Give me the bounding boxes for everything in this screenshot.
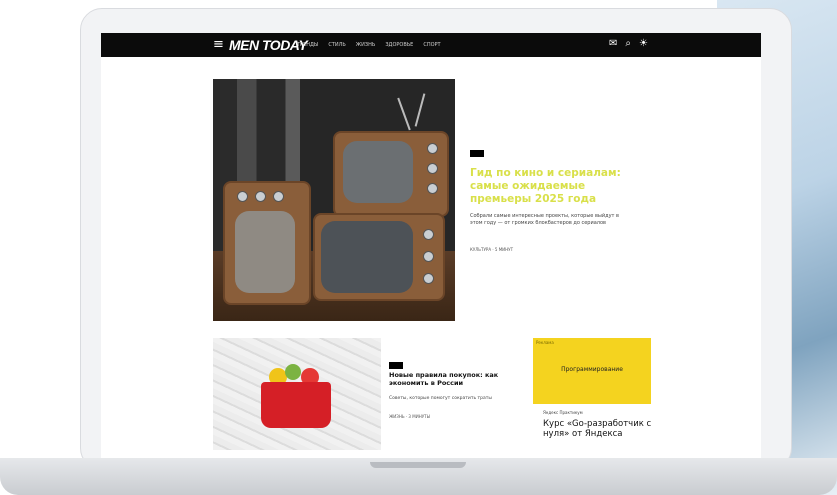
fruit <box>285 364 301 380</box>
tv-antenna <box>414 93 426 127</box>
hero-description: Собрали самые интересные проекты, которы… <box>470 213 619 226</box>
hero-meta: КУЛЬТУРА · 5 МИНУТ <box>470 247 514 252</box>
ad-text: Программирование <box>561 366 623 373</box>
hero-title[interactable]: Гид по кино и сериалам: самые ожидаемые … <box>470 167 630 206</box>
nav-item[interactable]: ТРЕНДЫ <box>297 42 318 48</box>
mail-icon[interactable]: ✉ <box>609 38 617 49</box>
main-nav: ТРЕНДЫ СТИЛЬ ЖИЗНЬ ЗДОРОВЬЕ СПОРТ <box>297 42 441 48</box>
card-meta: ЖИЗНЬ · 3 МИНУТЫ <box>389 414 431 419</box>
hero-image-retro-tvs[interactable] <box>213 79 455 321</box>
tv-center <box>313 213 445 301</box>
card-description: Советы, которые помогут сократить траты <box>389 396 492 401</box>
hero-category-badge[interactable] <box>470 150 484 157</box>
promo-meta: Яндекс Практикум <box>543 410 583 415</box>
laptop-notch <box>370 462 466 468</box>
tv-top <box>333 131 449 217</box>
header-tools: ✉ ⌕ ☀ <box>609 38 648 49</box>
website-screen: ≡ MEN TODAY ТРЕНДЫ СТИЛЬ ЖИЗНЬ ЗДОРОВЬЕ … <box>101 33 761 458</box>
ad-label: Реклама <box>536 340 554 345</box>
card-title[interactable]: Новые правила покупок: как экономить в Р… <box>389 371 517 387</box>
ad-banner[interactable]: Реклама Программирование <box>533 338 651 404</box>
tv-left <box>223 181 311 305</box>
site-logo[interactable]: MEN TODAY <box>229 37 308 53</box>
nav-item[interactable]: СТИЛЬ <box>328 42 345 48</box>
tv-antenna <box>397 97 411 131</box>
nav-item[interactable]: ЖИЗНЬ <box>356 42 376 48</box>
nav-item[interactable]: ЗДОРОВЬЕ <box>385 42 413 48</box>
nav-item[interactable]: СПОРТ <box>423 42 440 48</box>
promo-title[interactable]: Курс «Go-разработчик с нуля» от Яндекса <box>543 419 653 439</box>
sun-icon[interactable]: ☀ <box>639 38 648 49</box>
search-icon[interactable]: ⌕ <box>625 38 631 49</box>
red-basket <box>261 382 331 428</box>
site-header: ≡ MEN TODAY ТРЕНДЫ СТИЛЬ ЖИЗНЬ ЗДОРОВЬЕ … <box>101 33 761 57</box>
article-image-grocery-basket[interactable] <box>213 338 381 450</box>
card-category-badge[interactable] <box>389 362 403 369</box>
hamburger-icon[interactable]: ≡ <box>213 37 224 52</box>
